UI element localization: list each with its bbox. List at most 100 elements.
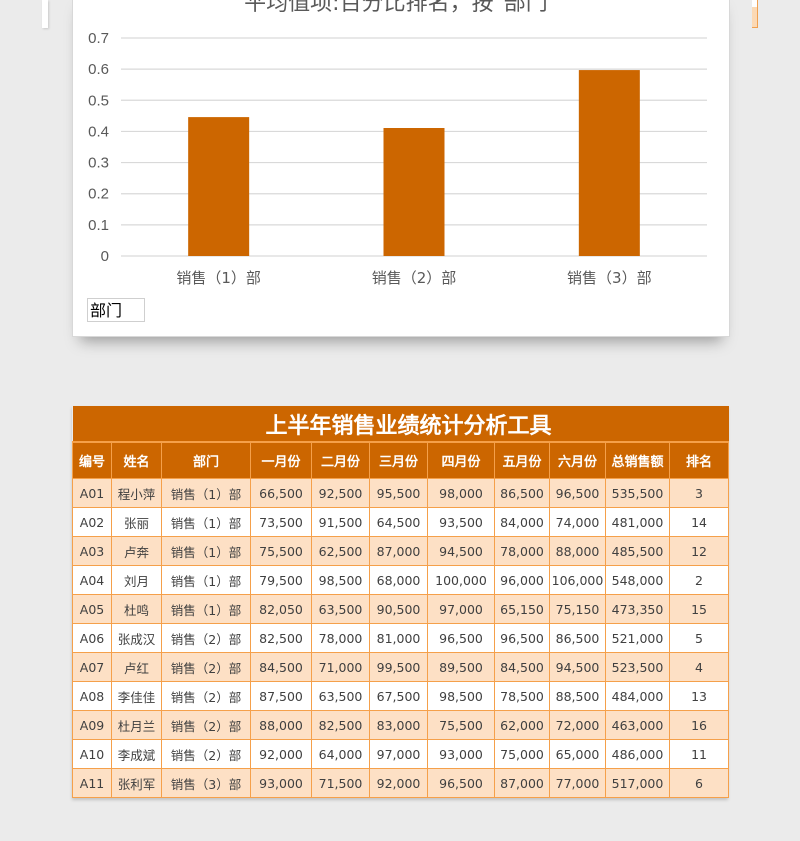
table-cell[interactable]: 销售（3）部 <box>161 768 251 798</box>
table-cell[interactable]: 89,500 <box>427 652 495 682</box>
table-cell[interactable]: 486,000 <box>605 739 670 769</box>
column-header[interactable]: 四月份 <box>427 441 495 479</box>
table-cell[interactable]: A11 <box>72 768 112 798</box>
column-header[interactable]: 总销售额 <box>605 441 670 479</box>
table-cell[interactable]: 4 <box>668 652 730 682</box>
column-header[interactable]: 五月份 <box>494 441 550 479</box>
table-cell[interactable]: 杜月兰 <box>111 710 162 740</box>
table-cell[interactable]: 销售（1）部 <box>161 507 251 537</box>
table-cell[interactable]: 463,000 <box>605 710 670 740</box>
table-cell[interactable]: 销售（1）部 <box>161 565 251 595</box>
table-cell[interactable]: 98,500 <box>427 681 495 711</box>
table-cell[interactable]: 李佳佳 <box>111 681 162 711</box>
table-cell[interactable]: 92,000 <box>369 768 428 798</box>
table-cell[interactable]: 销售（2）部 <box>161 623 251 653</box>
table-cell[interactable]: 销售（1）部 <box>161 478 251 508</box>
table-cell[interactable]: 521,000 <box>605 623 670 653</box>
table-cell[interactable]: 75,150 <box>549 594 606 624</box>
table-cell[interactable]: 96,500 <box>427 768 495 798</box>
table-cell[interactable]: 86,500 <box>549 623 606 653</box>
table-cell[interactable]: 销售（2）部 <box>161 681 251 711</box>
table-cell[interactable]: 84,500 <box>494 652 550 682</box>
bar[interactable] <box>383 128 445 256</box>
table-cell[interactable]: 84,500 <box>250 652 312 682</box>
table-cell[interactable]: 517,000 <box>605 768 670 798</box>
table-cell[interactable]: 485,500 <box>605 536 670 566</box>
table-cell[interactable]: 64,000 <box>311 739 370 769</box>
table-cell[interactable]: 77,000 <box>549 768 606 798</box>
table-cell[interactable]: 88,500 <box>549 681 606 711</box>
table-cell[interactable]: 96,500 <box>549 478 606 508</box>
table-cell[interactable]: 16 <box>668 710 730 740</box>
table-cell[interactable]: 66,500 <box>250 478 312 508</box>
table-cell[interactable]: 82,500 <box>250 623 312 653</box>
column-header[interactable]: 一月份 <box>250 441 312 479</box>
category-field-button[interactable]: 部门 <box>87 298 145 322</box>
column-header[interactable]: 排名 <box>668 441 730 479</box>
table-cell[interactable]: 79,500 <box>250 565 312 595</box>
table-cell[interactable]: 销售（1）部 <box>161 594 251 624</box>
table-cell[interactable]: 75,000 <box>494 739 550 769</box>
table-cell[interactable]: A04 <box>72 565 112 595</box>
table-cell[interactable]: 95,500 <box>369 478 428 508</box>
table-cell[interactable]: 87,500 <box>250 681 312 711</box>
table-cell[interactable]: 销售（1）部 <box>161 536 251 566</box>
table-cell[interactable]: 96,000 <box>494 565 550 595</box>
table-cell[interactable]: 5 <box>668 623 730 653</box>
table-cell[interactable]: 523,500 <box>605 652 670 682</box>
table-cell[interactable]: A03 <box>72 536 112 566</box>
table-cell[interactable]: 73,500 <box>250 507 312 537</box>
table-cell[interactable]: 82,500 <box>311 710 370 740</box>
table-cell[interactable]: 67,500 <box>369 681 428 711</box>
table-cell[interactable]: 75,500 <box>250 536 312 566</box>
table-cell[interactable]: 548,000 <box>605 565 670 595</box>
table-cell[interactable]: 71,000 <box>311 652 370 682</box>
table-cell[interactable]: A06 <box>72 623 112 653</box>
table-cell[interactable]: A02 <box>72 507 112 537</box>
table-cell[interactable]: 74,000 <box>549 507 606 537</box>
table-cell[interactable]: 程小萍 <box>111 478 162 508</box>
table-cell[interactable]: 杜鸣 <box>111 594 162 624</box>
table-cell[interactable]: 11 <box>668 739 730 769</box>
table-cell[interactable]: 卢奔 <box>111 536 162 566</box>
table-cell[interactable]: 81,000 <box>369 623 428 653</box>
table-cell[interactable]: 张利军 <box>111 768 162 798</box>
column-header[interactable]: 编号 <box>72 441 112 479</box>
column-header[interactable]: 姓名 <box>111 441 162 479</box>
table-cell[interactable]: A05 <box>72 594 112 624</box>
table-cell[interactable]: 91,500 <box>311 507 370 537</box>
table-cell[interactable]: 2 <box>668 565 730 595</box>
table-cell[interactable]: 卢红 <box>111 652 162 682</box>
column-header[interactable]: 六月份 <box>549 441 606 479</box>
table-cell[interactable]: 96,500 <box>494 623 550 653</box>
table-cell[interactable]: 97,000 <box>427 594 495 624</box>
table-cell[interactable]: 65,000 <box>549 739 606 769</box>
table-cell[interactable]: 销售（2）部 <box>161 739 251 769</box>
table-cell[interactable]: 6 <box>668 768 730 798</box>
table-cell[interactable]: A10 <box>72 739 112 769</box>
table-cell[interactable]: 72,000 <box>549 710 606 740</box>
table-cell[interactable]: 90,500 <box>369 594 428 624</box>
table-cell[interactable]: 87,000 <box>369 536 428 566</box>
table-cell[interactable]: 张成汉 <box>111 623 162 653</box>
table-cell[interactable]: 82,050 <box>250 594 312 624</box>
bar[interactable] <box>188 117 250 256</box>
table-cell[interactable]: 84,000 <box>494 507 550 537</box>
bar[interactable] <box>578 70 640 256</box>
table-cell[interactable]: 473,350 <box>605 594 670 624</box>
table-cell[interactable]: 106,000 <box>549 565 606 595</box>
column-header[interactable]: 三月份 <box>369 441 428 479</box>
table-cell[interactable]: 481,000 <box>605 507 670 537</box>
table-cell[interactable]: 100,000 <box>427 565 495 595</box>
table-cell[interactable]: 88,000 <box>549 536 606 566</box>
table-cell[interactable]: 93,500 <box>427 507 495 537</box>
table-cell[interactable]: 484,000 <box>605 681 670 711</box>
table-cell[interactable]: A07 <box>72 652 112 682</box>
table-cell[interactable]: 87,000 <box>494 768 550 798</box>
table-cell[interactable]: 刘月 <box>111 565 162 595</box>
table-cell[interactable]: 93,000 <box>250 768 312 798</box>
column-header[interactable]: 部门 <box>161 441 251 479</box>
table-cell[interactable]: 94,500 <box>427 536 495 566</box>
table-cell[interactable]: 销售（2）部 <box>161 710 251 740</box>
table-cell[interactable]: 3 <box>668 478 730 508</box>
